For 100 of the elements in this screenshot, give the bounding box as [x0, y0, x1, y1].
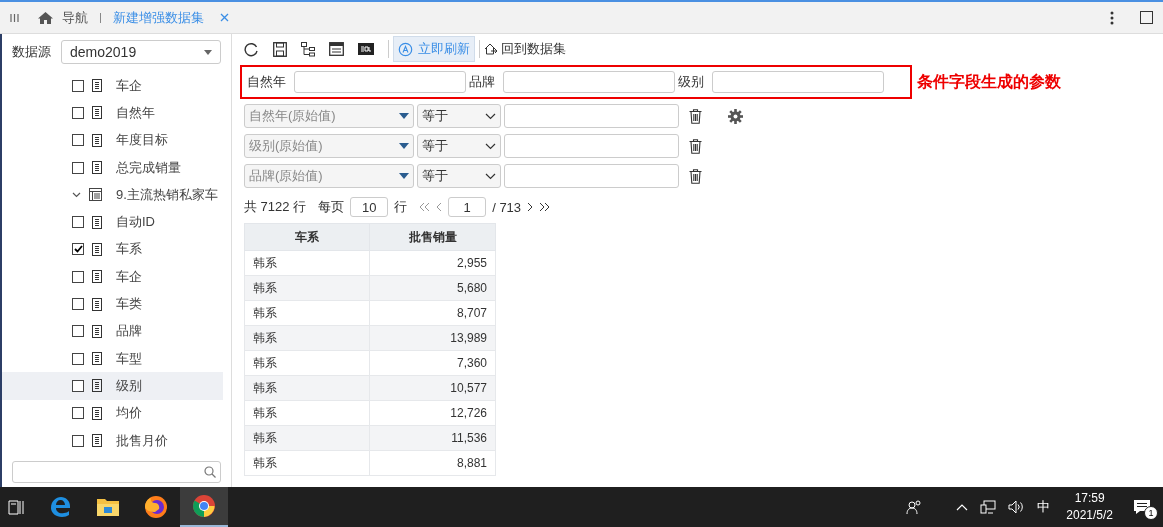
table-cell: 韩系: [244, 300, 370, 326]
trash-icon[interactable]: [689, 138, 702, 154]
value-input[interactable]: [504, 134, 679, 158]
taskbar-app[interactable]: [180, 487, 228, 527]
tree-item[interactable]: 车企: [2, 72, 223, 100]
table-cell: 韩系: [244, 350, 370, 376]
back-to-dataset-button[interactable]: 回到数据集: [484, 40, 566, 58]
document-icon: [92, 297, 102, 311]
parameter-input[interactable]: [503, 71, 675, 93]
people-icon[interactable]: [906, 499, 923, 515]
hierarchy-icon[interactable]: [301, 41, 315, 57]
clock-time[interactable]: 17:59: [1074, 490, 1105, 507]
tree-item[interactable]: 总完成销量: [2, 153, 223, 182]
table-cell: 11,536: [369, 425, 496, 451]
last-page-icon[interactable]: [539, 202, 551, 212]
previous-page-icon[interactable]: [436, 202, 443, 212]
fox-globe-icon[interactable]: [144, 495, 168, 519]
refresh-icon[interactable]: [244, 41, 259, 57]
checkbox[interactable]: [72, 298, 84, 310]
tree-item[interactable]: 车企: [2, 263, 223, 291]
clock-date[interactable]: 2021/5/2: [1066, 507, 1113, 524]
chevron-down-icon[interactable]: [485, 172, 496, 180]
input-method-indicator[interactable]: 中: [1037, 498, 1051, 516]
column-header: 车系: [244, 223, 370, 251]
value-input[interactable]: [504, 104, 679, 128]
round-logo-icon[interactable]: [192, 494, 216, 518]
parameter-input[interactable]: [712, 71, 884, 93]
datasource-label: 数据源: [12, 43, 51, 61]
operator-dropdown[interactable]: 等于: [417, 104, 501, 128]
next-page-icon[interactable]: [527, 202, 534, 212]
operator-dropdown[interactable]: 等于: [417, 134, 501, 158]
letter-a-icon[interactable]: [398, 41, 413, 57]
gear-icon[interactable]: [728, 108, 743, 124]
checkbox[interactable]: [72, 243, 84, 256]
checkbox[interactable]: [72, 352, 84, 365]
checkbox[interactable]: [72, 216, 84, 229]
sql-icon[interactable]: [358, 43, 374, 55]
rows-label: 行: [394, 198, 408, 216]
network-icon[interactable]: [980, 500, 997, 514]
nav-link[interactable]: 导航: [62, 8, 88, 27]
tree-item[interactable]: 品牌: [2, 317, 223, 345]
page-input[interactable]: 1: [448, 197, 487, 217]
tree-item[interactable]: 均价: [2, 399, 223, 427]
tree-item[interactable]: 车型: [2, 344, 223, 373]
checkbox[interactable]: [72, 106, 84, 119]
chevron-up-icon[interactable]: [956, 503, 969, 511]
parameter-input[interactable]: [294, 71, 466, 93]
checkbox[interactable]: [72, 434, 84, 447]
search-field[interactable]: [12, 461, 221, 483]
document-icon: [92, 379, 102, 393]
table-cell: 13,989: [369, 325, 496, 351]
search-icon: [204, 466, 216, 478]
folder-icon[interactable]: [96, 496, 120, 518]
table-icon: [89, 188, 102, 202]
chevron-down-icon[interactable]: [485, 142, 496, 150]
table-cell: 韩系: [244, 400, 370, 426]
datasource-dropdown[interactable]: demo2019: [61, 40, 221, 64]
tree-item[interactable]: 批售月价: [2, 426, 223, 455]
table-cell: 韩系: [244, 325, 370, 351]
tree-item[interactable]: 自动ID: [2, 208, 223, 236]
first-page-icon[interactable]: [419, 202, 431, 212]
more-icon[interactable]: [1110, 10, 1114, 25]
tree-item[interactable]: 9.主流热销私家车: [2, 181, 223, 209]
trash-icon[interactable]: [689, 108, 702, 124]
table-cell: 韩系: [244, 425, 370, 451]
table-cell: 8,707: [369, 300, 496, 326]
operator-dropdown[interactable]: 等于: [417, 164, 501, 188]
home-arrow-icon[interactable]: [484, 43, 498, 55]
table-cell: 5,680: [369, 275, 496, 301]
annotation-text: 条件字段生成的参数: [917, 71, 1061, 92]
value-input[interactable]: [504, 164, 679, 188]
document-icon: [92, 161, 102, 175]
checkbox[interactable]: [72, 134, 84, 147]
menu-icon[interactable]: [10, 12, 19, 23]
checkbox[interactable]: [72, 161, 84, 174]
save-icon[interactable]: [273, 41, 287, 57]
close-icon[interactable]: [220, 13, 229, 22]
tree-item[interactable]: 车系: [2, 235, 223, 264]
checkbox[interactable]: [72, 379, 84, 392]
checkbox[interactable]: [72, 270, 84, 283]
table-cell: 12,726: [369, 400, 496, 426]
document-icon: [92, 270, 102, 284]
checkbox[interactable]: [72, 79, 84, 92]
trash-icon[interactable]: [689, 168, 702, 184]
per-page-input[interactable]: 10: [350, 197, 389, 217]
task-view-icon[interactable]: [8, 499, 24, 515]
e-letter-icon[interactable]: [48, 495, 72, 519]
chevron-down-icon[interactable]: [485, 112, 496, 120]
tree-item[interactable]: 年度目标: [2, 126, 223, 154]
document-icon: [92, 215, 102, 229]
volume-icon[interactable]: [1008, 500, 1026, 514]
tree-item[interactable]: 车类: [2, 290, 223, 318]
checkbox[interactable]: [72, 325, 84, 338]
form-icon[interactable]: [329, 42, 344, 56]
home-icon[interactable]: [37, 10, 54, 25]
checkbox[interactable]: [72, 407, 84, 420]
chevron-icon[interactable]: [72, 191, 81, 198]
tree-item[interactable]: 自然年: [2, 99, 223, 127]
tree-item[interactable]: 级别: [2, 372, 223, 400]
maximize-icon[interactable]: [1140, 11, 1153, 24]
